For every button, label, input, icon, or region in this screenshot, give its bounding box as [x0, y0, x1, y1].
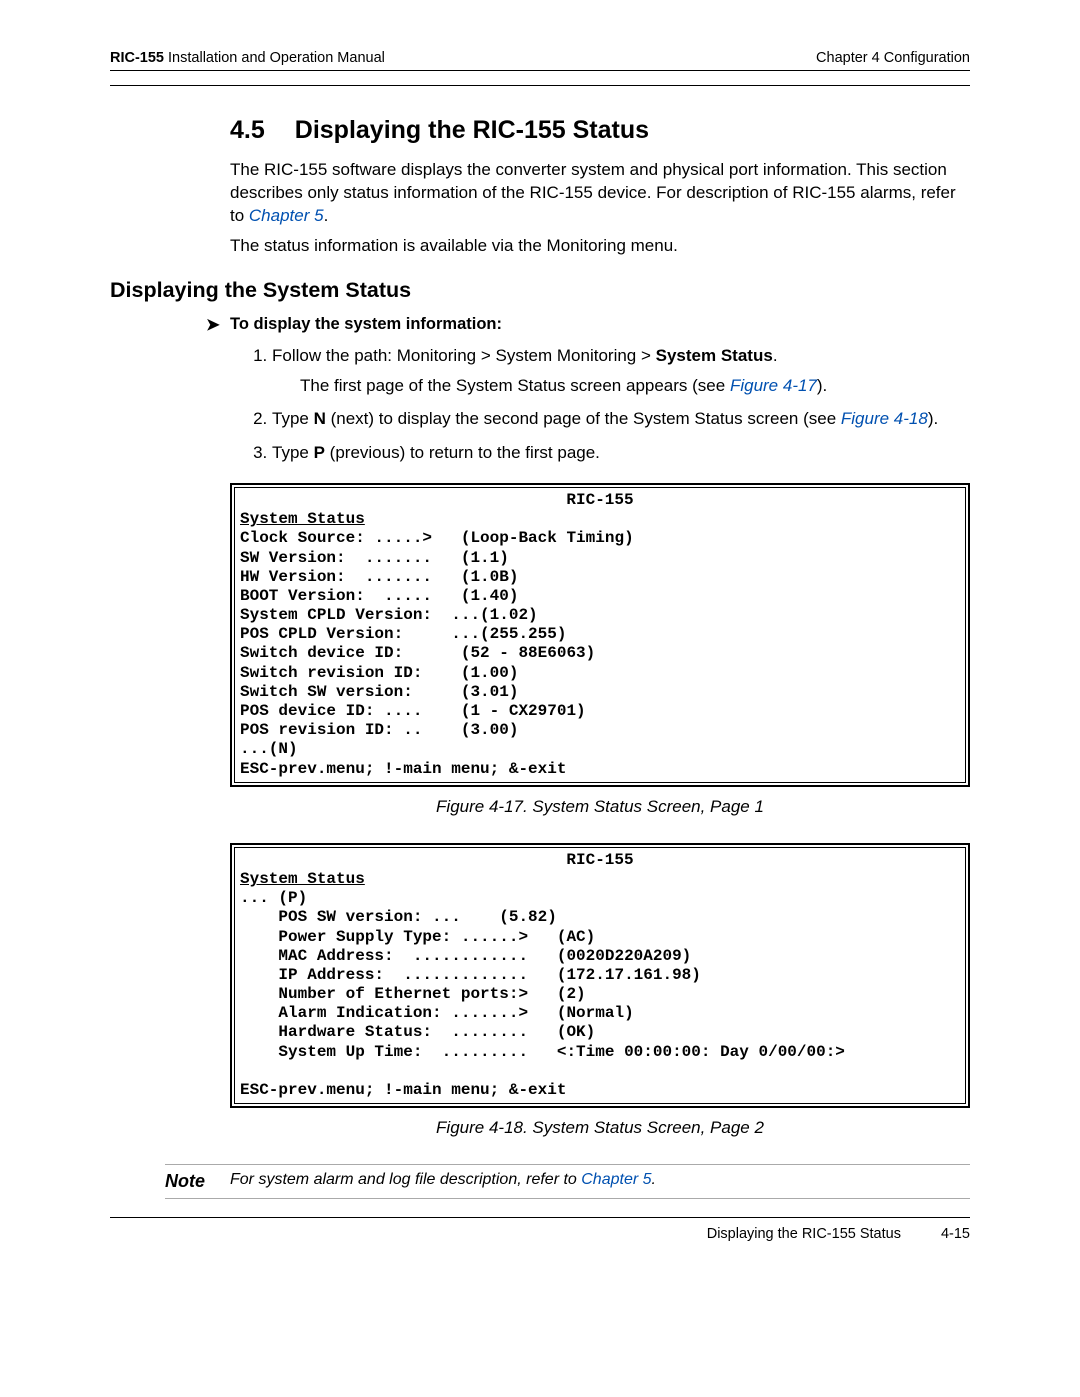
link-figure-4-17[interactable]: Figure 4-17: [730, 376, 817, 395]
footer-rule: [110, 1217, 970, 1218]
header-right: Chapter 4 Configuration: [816, 50, 970, 66]
figure-4-17-caption: Figure 4-17. System Status Screen, Page …: [230, 797, 970, 817]
running-header: RIC-155 Installation and Operation Manua…: [110, 50, 970, 66]
running-footer: Displaying the RIC-155 Status 4-15: [110, 1226, 970, 1242]
step-3: Type P (previous) to return to the first…: [272, 441, 970, 465]
step-1: Follow the path: Monitoring > System Mon…: [272, 344, 970, 398]
note-rule-bottom: [165, 1198, 970, 1199]
header-rule-2: [110, 85, 970, 86]
note-link-chapter-5[interactable]: Chapter 5: [581, 1171, 651, 1188]
intro-paragraph-1: The RIC-155 software displays the conver…: [230, 159, 970, 228]
link-chapter-5[interactable]: Chapter 5: [249, 206, 324, 225]
link-figure-4-18[interactable]: Figure 4-18: [841, 409, 928, 428]
screen-box-2: RIC-155System Status ... (P) POS SW vers…: [230, 843, 970, 1108]
header-left: RIC-155 Installation and Operation Manua…: [110, 50, 385, 66]
step-2: Type N (next) to display the second page…: [272, 407, 970, 431]
note-label: Note: [165, 1171, 230, 1192]
step-1-sub: The first page of the System Status scre…: [300, 374, 970, 398]
screen2-lines: ... (P) POS SW version: ... (5.82) Power…: [240, 889, 845, 1061]
header-rule: [110, 70, 970, 71]
screen-box-1: RIC-155System Status Clock Source: .....…: [230, 483, 970, 787]
figure-4-18-caption: Figure 4-18. System Status Screen, Page …: [230, 1118, 970, 1138]
subsection-heading: Displaying the System Status: [110, 278, 970, 303]
footer-title: Displaying the RIC-155 Status: [707, 1226, 901, 1242]
procedure-title: To display the system information:: [230, 315, 970, 334]
note-row: Note For system alarm and log file descr…: [230, 1171, 970, 1192]
note-rule-top: [165, 1164, 970, 1165]
section-heading: 4.5Displaying the RIC-155 Status: [230, 116, 970, 145]
procedure-steps: Follow the path: Monitoring > System Mon…: [230, 344, 970, 465]
intro-paragraph-2: The status information is available via …: [230, 235, 970, 258]
footer-page: 4-15: [941, 1226, 970, 1242]
screen1-lines: Clock Source: .....> (Loop-Back Timing) …: [240, 529, 634, 758]
